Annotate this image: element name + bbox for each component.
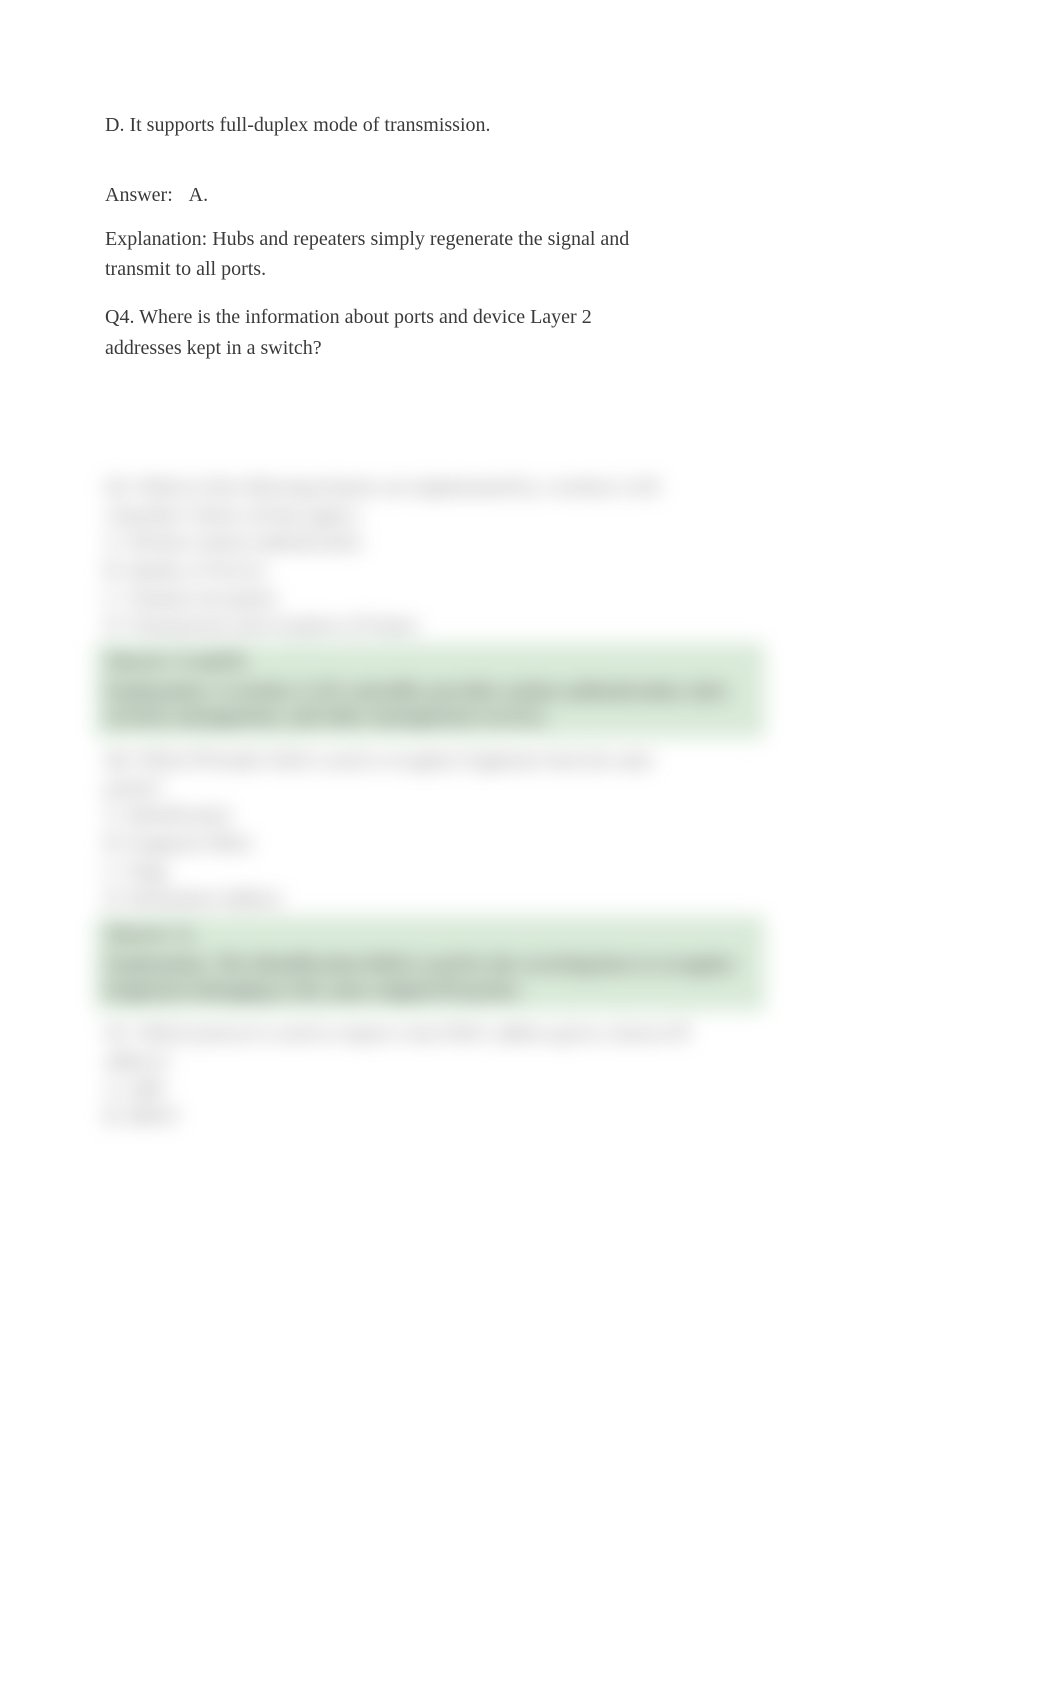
explanation-text: Explanation: Hubs and repeaters simply r…	[105, 224, 675, 284]
q5-option-d: D. Transmission and reception of Frames	[95, 613, 775, 639]
answer-label: Answer:	[105, 184, 173, 206]
q5-option-a: A. Wireless station authentication	[95, 530, 775, 556]
q6-option-c: C. Flags	[95, 859, 775, 885]
q6-stem-line1: Q6. Which IP header field is used to rec…	[95, 748, 775, 774]
question-4-text: Q4. Where is the information about ports…	[105, 302, 625, 364]
q5-option-b: B. Quality of Service	[95, 558, 775, 584]
q7-stem-line2: address?	[95, 1049, 775, 1075]
q6-explanation: Explanation: The Identification field is…	[105, 952, 755, 1003]
answer-value: A.	[189, 184, 208, 206]
blurred-preview-region: Q5. Which of the following features are …	[95, 475, 775, 1125]
q6-option-d: D. Destination Address	[95, 886, 775, 912]
q5-answer: Answer: A and B.	[105, 651, 755, 673]
q6-stem-line2: packet?	[95, 776, 775, 802]
q6-answer-box: Answer: A. Explanation: The Identificati…	[95, 916, 765, 1011]
q5-stem-line1: Q5. Which of the following features are …	[95, 475, 775, 501]
q5-explanation: Explanation: A wireless LAN controller p…	[105, 679, 755, 730]
answer-block: Answer: A. Explanation: Hubs and repeate…	[105, 180, 675, 284]
q6-option-b: B. Fragment Offset	[95, 831, 775, 857]
q5-stem-line2: controller? (Select all that apply.)	[95, 503, 775, 529]
q7-option-a: A. ARP	[95, 1077, 775, 1103]
q6-answer: Answer: A.	[105, 924, 755, 946]
q6-option-a: A. Identification	[95, 803, 775, 829]
q7-stem-line1: Q7. Which protocol is used to request a …	[95, 1021, 775, 1047]
option-d-text: D. It supports full-duplex mode of trans…	[105, 110, 675, 140]
q7-option-b: B. DHCP	[95, 1104, 775, 1130]
q5-answer-box: Answer: A and B. Explanation: A wireless…	[95, 643, 765, 738]
q5-option-c: C. Channel encryption	[95, 586, 775, 612]
